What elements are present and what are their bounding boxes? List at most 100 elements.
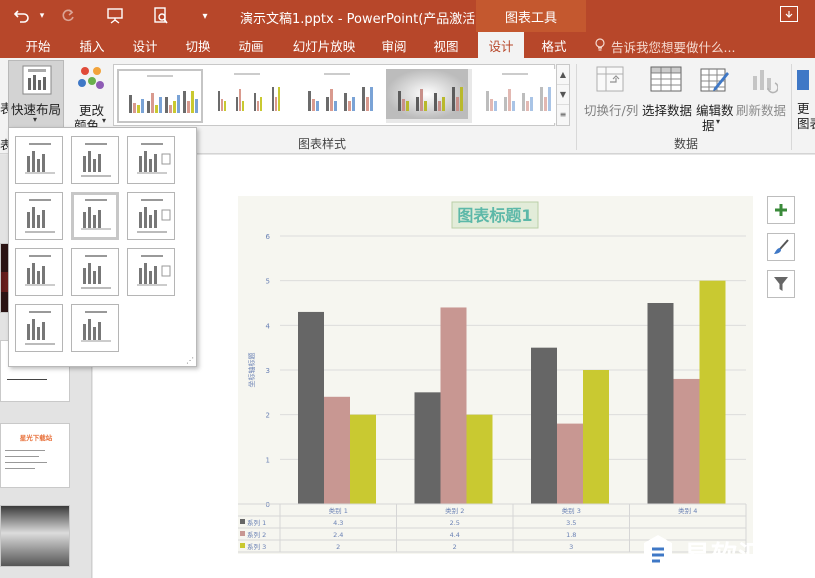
layout-option-2[interactable] (71, 136, 119, 184)
tab-insert[interactable]: 插入 (68, 32, 116, 58)
y-tick-label: 3 (266, 367, 270, 375)
undo-dropdown-icon[interactable]: ▾ (36, 5, 48, 27)
switch-row-column-button[interactable]: 切换行/列 (582, 62, 640, 124)
ribbon-tabs: 开始 插入 设计 切换 动画 幻灯片放映 审阅 视图 设计 格式 告诉我您想要做… (0, 32, 815, 58)
filter-icon (774, 277, 788, 291)
layout-option-1[interactable] (15, 136, 63, 184)
layout-option-11[interactable] (71, 304, 119, 352)
bar (350, 414, 376, 504)
data-group-label: 数据 (674, 137, 699, 151)
layout-option-6[interactable] (127, 192, 175, 240)
layout-option-10[interactable] (15, 304, 63, 352)
tab-chart-design[interactable]: 设计 (478, 32, 524, 58)
edit-data-icon (700, 66, 730, 97)
chart-style-3[interactable] (296, 69, 382, 123)
ribbon-display-options-icon[interactable] (780, 6, 798, 22)
color-palette-icon (77, 64, 105, 97)
redo-icon[interactable] (56, 5, 80, 27)
tab-review[interactable]: 审阅 (370, 32, 418, 58)
table-cell: 2.5 (450, 519, 460, 527)
y-tick-label: 1 (266, 456, 270, 464)
bar (414, 392, 441, 504)
y-axis-title: 坐标轴标题 (247, 353, 256, 388)
chart-elements-button[interactable] (767, 196, 795, 224)
print-preview-icon[interactable] (150, 5, 172, 27)
chart-style-1[interactable] (117, 69, 203, 123)
edit-data-button[interactable]: 编辑数 据 ▾ (694, 62, 734, 133)
slide-thumbnail-title: 星光下载站 (19, 434, 53, 442)
table-series-name: 系列 3 (247, 542, 266, 551)
gallery-scroll-up-icon[interactable]: ▲ (557, 65, 569, 85)
refresh-data-label: 刷新数据 (736, 103, 787, 118)
y-tick-label: 0 (266, 501, 270, 509)
layout-option-8[interactable] (71, 248, 119, 296)
customize-toolbar-icon[interactable]: ▾ (198, 5, 212, 27)
x-category-label: 类别 3 (562, 506, 581, 515)
chart-style-4[interactable] (386, 69, 472, 123)
quick-layout-icon (22, 65, 52, 98)
switch-row-column-icon (596, 66, 624, 95)
chevron-down-icon: ▾ (716, 117, 721, 126)
y-tick-label: 6 (266, 233, 271, 241)
gallery-scrollbar[interactable]: ▲ ▼ ≡ (556, 64, 570, 126)
tab-format[interactable]: 格式 (530, 32, 578, 58)
legend-key (240, 543, 245, 548)
bar (647, 303, 674, 504)
select-data-button[interactable]: 选择数据 (640, 62, 692, 124)
layout-option-3[interactable] (127, 136, 175, 184)
tab-design[interactable]: 设计 (121, 32, 169, 58)
tab-transitions[interactable]: 切换 (174, 32, 222, 58)
legend-key (240, 519, 245, 524)
undo-icon[interactable] (8, 5, 36, 27)
chart-area[interactable]: 图表标题1 0 1 2 3 4 5 6 坐标轴标题 类别 1 类别 2 类别 3 类别 4 系列 1 4.3… (238, 196, 753, 554)
layout-option-5[interactable] (71, 192, 119, 240)
document-title: 演示文稿1.pptx - PowerPoint(产品激活... (240, 12, 488, 27)
layout-option-9[interactable] (127, 248, 175, 296)
table-series-name: 系列 2 (247, 530, 266, 539)
layout-option-4[interactable] (15, 192, 63, 240)
quick-layout-button[interactable]: 快速布局 ▾ (8, 60, 64, 130)
tab-animations[interactable]: 动画 (227, 32, 275, 58)
bar (324, 396, 350, 504)
clipped-label-right-2: 图表 (797, 116, 815, 131)
resize-grip-icon[interactable]: ⋰ (186, 356, 194, 365)
switch-row-column-label: 切换行/列 (584, 103, 639, 118)
layout-option-7[interactable] (15, 248, 63, 296)
bar-chart[interactable]: 图表标题1 0 1 2 3 4 5 6 坐标轴标题类别 1 类别 2 类别 3 类别 4 系列 1 4.3… (238, 196, 753, 554)
chart-style-2[interactable] (206, 69, 292, 123)
tab-home[interactable]: 开始 (14, 32, 62, 58)
legend-key (240, 531, 245, 536)
tab-slideshow[interactable]: 幻灯片放映 (284, 32, 364, 58)
slideshow-start-icon[interactable] (104, 5, 126, 27)
refresh-data-button[interactable]: 刷新数据 (736, 62, 788, 124)
change-chart-type-icon[interactable] (797, 70, 809, 90)
bar (531, 347, 557, 504)
y-tick-label: 4 (266, 322, 271, 330)
change-colors-button[interactable]: 更改 颜色 ▾ (70, 60, 112, 133)
tab-view[interactable]: 视图 (422, 32, 470, 58)
chart-style-gallery[interactable] (113, 64, 560, 126)
select-data-label: 选择数据 (642, 103, 693, 118)
y-tick-label: 5 (266, 278, 270, 286)
bar (298, 311, 324, 504)
group-separator (576, 64, 577, 150)
table-cell: 2.4 (333, 531, 343, 539)
tell-me-search[interactable]: 告诉我您想要做什么... (611, 37, 735, 56)
slide-thumbnail-text[interactable]: 星光下载站 (0, 423, 70, 488)
gallery-more-icon[interactable]: ≡ (557, 105, 569, 125)
chart-style-5[interactable] (474, 69, 560, 123)
chart-styles-group-label: 图表样式 (298, 137, 347, 151)
table-cell: 1.8 (566, 531, 576, 539)
table-cell: 3.5 (566, 519, 576, 527)
gallery-scroll-down-icon[interactable]: ▼ (557, 85, 569, 105)
chart-filters-button[interactable] (767, 270, 795, 298)
table-cell: 4.4 (450, 531, 460, 539)
x-category-label: 类别 1 (329, 506, 348, 515)
quick-layout-dropdown[interactable]: ⋰ (8, 127, 197, 367)
slide-thumbnail-image[interactable] (0, 505, 70, 567)
lightbulb-icon (594, 38, 606, 55)
refresh-data-icon (750, 66, 779, 97)
bar (440, 307, 467, 504)
chart-styles-button[interactable] (767, 233, 795, 261)
chevron-down-icon: ▾ (102, 116, 107, 125)
